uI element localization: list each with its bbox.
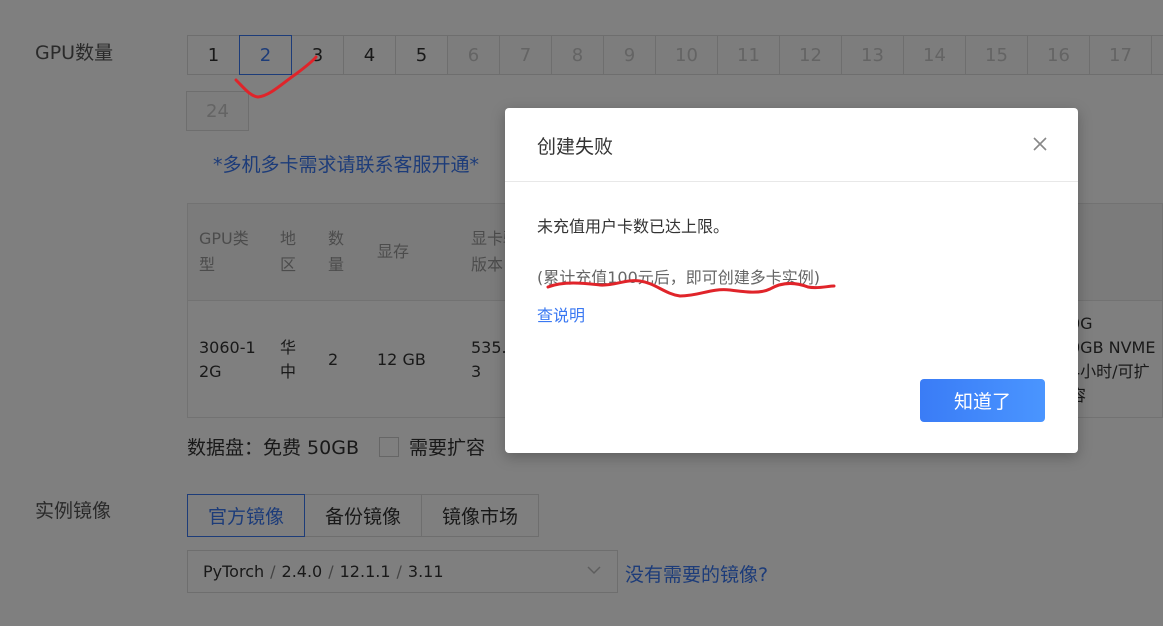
dialog-header: 创建失败 — [505, 108, 1078, 182]
create-failed-dialog: 创建失败 未充值用户卡数已达上限。 (累计充值100元后，即可创建多卡实例) 查… — [505, 108, 1078, 453]
acknowledge-button[interactable]: 知道了 — [920, 379, 1045, 422]
view-instructions-link[interactable]: 查说明 — [537, 302, 585, 326]
dialog-title: 创建失败 — [537, 136, 614, 158]
dialog-note: (累计充值100元后，即可创建多卡实例) — [537, 268, 821, 287]
dialog-message: 未充值用户卡数已达上限。 — [537, 217, 730, 236]
close-icon[interactable] — [1032, 136, 1048, 152]
